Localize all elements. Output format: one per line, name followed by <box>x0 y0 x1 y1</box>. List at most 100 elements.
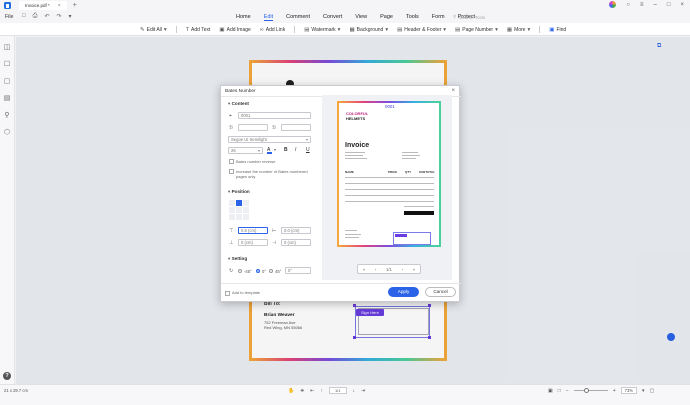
edit-all-button[interactable]: ✎ Edit All ▾ <box>140 27 167 33</box>
layers-icon[interactable]: ⬡ <box>3 129 11 136</box>
italic-button[interactable]: I <box>295 147 296 153</box>
close-tab-icon[interactable]: × <box>58 3 61 9</box>
position-cell[interactable] <box>243 214 249 220</box>
help-icon[interactable]: ? <box>3 372 11 380</box>
zoom-out-icon[interactable]: − <box>566 388 569 394</box>
add-link-button[interactable]: ∞ Add Link <box>260 27 285 33</box>
rotation-45-radio[interactable] <box>269 269 273 273</box>
watermark-button[interactable]: ▤ Watermark ▾ <box>304 27 340 33</box>
maximize-icon[interactable]: □ <box>667 2 671 8</box>
apply-button[interactable]: Apply <box>388 287 419 297</box>
thumbnails-icon[interactable]: ◫ <box>3 44 11 51</box>
menu-file[interactable]: File <box>5 14 13 20</box>
setting-section-header[interactable]: Setting <box>228 256 248 262</box>
close-window-icon[interactable]: × <box>680 2 684 8</box>
search-tools[interactable]: ⚲ Search Tools <box>453 13 513 21</box>
avatar[interactable] <box>609 1 617 8</box>
link-icon: ∞ <box>259 26 264 33</box>
menu-comment[interactable]: Comment <box>286 14 310 21</box>
position-cell[interactable] <box>229 207 235 213</box>
position-cell[interactable] <box>243 207 249 213</box>
zoom-level[interactable]: 73% <box>620 387 637 394</box>
last-page-icon[interactable]: » <box>413 267 415 272</box>
save-icon[interactable]: □ <box>22 13 26 20</box>
content-section-header[interactable]: Content <box>228 101 249 107</box>
position-cell[interactable] <box>243 200 249 206</box>
page-number-label: Page Number <box>462 26 494 33</box>
font-size-select[interactable]: 26 ▾ <box>228 147 263 154</box>
prefix-input[interactable] <box>238 124 268 131</box>
cancel-button[interactable]: Cancel <box>425 287 456 297</box>
notification-icon[interactable]: ○ <box>626 2 630 8</box>
menu-icon[interactable]: ≡ <box>640 2 644 8</box>
attachment-icon[interactable]: ▤ <box>3 95 11 102</box>
next-page-icon[interactable]: ↓ <box>353 388 356 394</box>
bates-number-input[interactable]: 0001 <box>238 112 311 119</box>
print-icon[interactable]: ⎙ <box>33 13 38 20</box>
redo-icon[interactable]: ↷ <box>56 13 61 20</box>
undo-icon[interactable]: ↶ <box>44 13 49 20</box>
zoom-slider[interactable] <box>573 387 608 393</box>
rotation-input[interactable]: 0° <box>285 267 311 274</box>
bookmark-icon[interactable]: ☐ <box>3 61 11 68</box>
add-image-button[interactable]: ▣ Add Image <box>219 27 250 33</box>
position-cell[interactable] <box>229 214 235 220</box>
chevron-down-icon[interactable]: ▾ <box>642 388 645 394</box>
search-icon[interactable]: ⚲ <box>3 112 11 119</box>
position-cell[interactable] <box>236 207 242 213</box>
preview-page-indicator[interactable]: 1/1 <box>386 267 392 272</box>
rotation-0-radio[interactable] <box>256 269 260 273</box>
zoom-in-icon[interactable]: + <box>613 388 616 394</box>
page-number-field[interactable]: 1/1 <box>328 387 347 394</box>
minimize-icon[interactable]: – <box>654 2 657 8</box>
first-page-icon[interactable]: ⇤ <box>310 388 314 394</box>
add-template-checkbox[interactable] <box>225 291 230 296</box>
document-tab[interactable]: Invoice.pdf * × <box>19 1 67 10</box>
zoom-slider-thumb[interactable] <box>583 387 589 393</box>
fullscreen-icon[interactable]: ▢ <box>650 388 655 394</box>
reverse-checkbox[interactable] <box>229 159 234 164</box>
font-select[interactable]: Segoe UI Semilight ▾ <box>228 136 311 143</box>
margin-right-input[interactable]: 0.0 (cm) <box>281 227 311 234</box>
menu-convert[interactable]: Convert <box>323 14 342 21</box>
suffix-input[interactable] <box>281 124 311 131</box>
menu-page[interactable]: Page <box>380 14 393 21</box>
header-footer-button[interactable]: ▤ Header & Footer ▾ <box>397 27 446 33</box>
position-cell[interactable] <box>229 200 235 206</box>
position-section-header[interactable]: Position <box>228 189 250 195</box>
position-cell-selected[interactable] <box>236 200 242 206</box>
preview-text-line <box>402 155 420 156</box>
comment-icon[interactable]: ▢ <box>3 78 11 85</box>
find-button[interactable]: ▣ Find <box>549 27 566 33</box>
background-button[interactable]: ▦ Background ▾ <box>349 27 388 33</box>
chevron-down-icon[interactable]: ▾ <box>274 147 276 152</box>
hand-tool-icon[interactable]: ✋ <box>288 388 294 394</box>
menu-tools[interactable]: Tools <box>406 14 419 21</box>
increase-pages-checkbox[interactable] <box>229 169 234 174</box>
position-cell[interactable] <box>236 214 242 220</box>
menu-home[interactable]: Home <box>236 14 251 21</box>
menu-view[interactable]: View <box>355 14 367 21</box>
more-button[interactable]: ▦ More ▾ <box>507 27 530 33</box>
margin-top-input[interactable]: 0.5 (cm) <box>238 227 268 234</box>
margin-bottom-input[interactable]: 0 (cm) <box>238 239 268 246</box>
underline-button[interactable]: U <box>306 147 310 153</box>
menu-edit[interactable]: Edit <box>263 14 274 21</box>
close-icon[interactable]: × <box>451 88 455 94</box>
customize-icon[interactable]: ▾ <box>69 13 72 20</box>
prev-page-icon[interactable]: ‹ <box>375 267 376 272</box>
select-tool-icon[interactable]: ⎈ <box>300 388 304 394</box>
rotation-minus-45-radio[interactable] <box>238 269 242 273</box>
next-page-icon[interactable]: › <box>402 267 403 272</box>
last-page-icon[interactable]: ⇥ <box>361 388 365 394</box>
menu-form[interactable]: Form <box>432 14 445 21</box>
bold-button[interactable]: B <box>284 147 288 153</box>
page-number-button[interactable]: ▤ Page Number ▾ <box>455 27 498 33</box>
first-page-icon[interactable]: « <box>363 267 365 272</box>
fit-page-icon[interactable]: ▣ <box>548 388 553 394</box>
add-text-button[interactable]: T Add Text <box>186 27 211 33</box>
prev-page-icon[interactable]: ↑ <box>320 388 323 394</box>
single-page-icon[interactable]: □ <box>558 388 561 394</box>
margin-left-input[interactable]: 0 (cm) <box>281 239 311 246</box>
new-tab-icon[interactable]: + <box>73 2 77 9</box>
